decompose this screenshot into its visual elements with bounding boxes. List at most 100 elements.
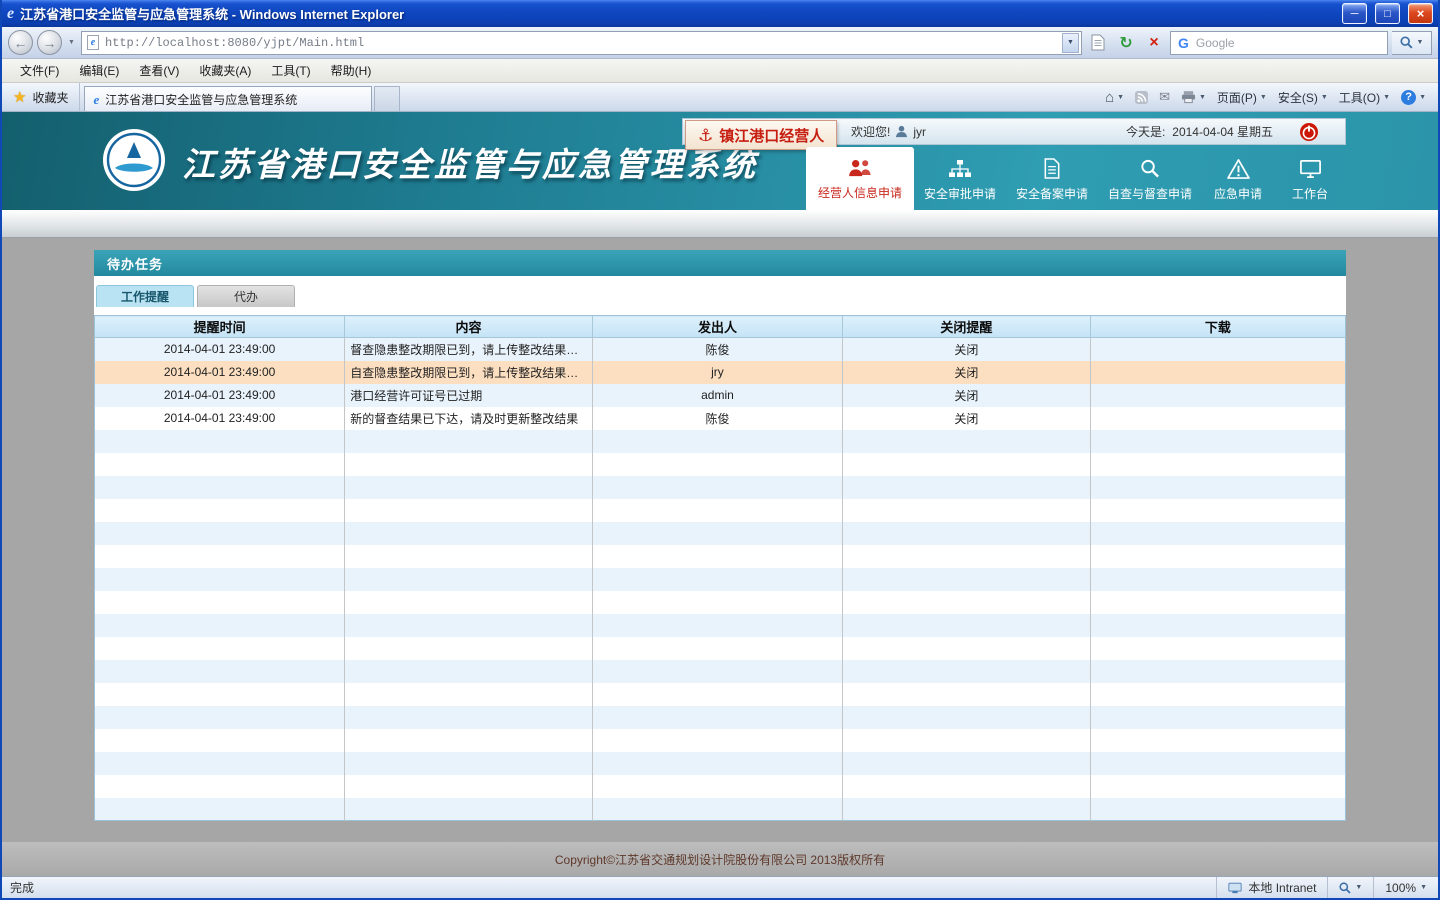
- favorites-bar: ★ 收藏夹 e 江苏省港口安全监管与应急管理系统 ⌂ ▼ ✉ ▼ 页面(: [2, 83, 1438, 112]
- forward-button[interactable]: →: [37, 30, 62, 55]
- favorites-button[interactable]: ★ 收藏夹: [2, 83, 80, 111]
- nav-workbench[interactable]: 工作台: [1274, 149, 1346, 210]
- cell-close: 关闭: [843, 361, 1091, 384]
- search-button[interactable]: ▼: [1392, 31, 1432, 55]
- menu-help[interactable]: 帮助(H): [321, 59, 382, 82]
- page-menu-button[interactable]: 页面(P) ▼: [1217, 89, 1267, 106]
- stop-button[interactable]: ×: [1142, 31, 1166, 55]
- menu-favorites[interactable]: 收藏夹(A): [189, 59, 261, 82]
- welcome-label: 欢迎您!: [851, 123, 890, 140]
- table-row-empty: [95, 430, 1346, 453]
- role-name: 镇江港口经营人: [719, 125, 824, 146]
- panel-tabs: 工作提醒 代办: [94, 276, 1346, 307]
- nav-inspection[interactable]: 自查与督查申请: [1098, 149, 1202, 210]
- copyright-text: Copyright©江苏省交通规划设计院股份有限公司 2013版权所有: [555, 851, 885, 868]
- feeds-button[interactable]: [1135, 91, 1148, 104]
- address-toolbar: ← → ▼ e http://localhost:8080/yjpt/Main.…: [2, 27, 1438, 59]
- site-header: 江苏省港口安全监管与应急管理系统 ⚓ 镇江港口经营人 欢迎您! jyr 今天是:…: [2, 112, 1438, 210]
- page-menu-label: 页面(P): [1217, 89, 1257, 106]
- minimize-button[interactable]: ─: [1342, 3, 1367, 24]
- task-table-body: 2014-04-01 23:49:00 督查隐患整改期限已到，请上传整改结果… …: [95, 338, 1346, 821]
- security-menu-button[interactable]: 安全(S) ▼: [1278, 89, 1328, 106]
- tab-work-reminder[interactable]: 工作提醒: [96, 285, 194, 307]
- zoom-level-button[interactable]: 100% ▼: [1373, 877, 1438, 898]
- cell-sender: 陈俊: [592, 338, 842, 361]
- date-label: 今天是:: [1126, 123, 1165, 140]
- history-dropdown-button[interactable]: ▼: [66, 39, 77, 46]
- url-text[interactable]: http://localhost:8080/yjpt/Main.html: [105, 36, 1056, 50]
- refresh-button[interactable]: ↻: [1114, 31, 1138, 55]
- close-reminder-link[interactable]: 关闭: [954, 343, 978, 357]
- address-bar[interactable]: e http://localhost:8080/yjpt/Main.html ▼: [81, 31, 1082, 55]
- maximize-button[interactable]: □: [1375, 3, 1400, 24]
- menu-view[interactable]: 查看(V): [129, 59, 189, 82]
- page-icon: [1091, 34, 1105, 51]
- col-content: 内容: [345, 316, 593, 338]
- back-button[interactable]: ←: [8, 30, 33, 55]
- nav-emergency[interactable]: 应急申请: [1202, 149, 1274, 210]
- help-dropdown-icon: ▼: [1419, 94, 1426, 101]
- cell-download: [1090, 407, 1345, 430]
- close-reminder-link[interactable]: 关闭: [954, 366, 978, 380]
- cell-sender: 陈俊: [592, 407, 842, 430]
- security-zone[interactable]: 本地 Intranet: [1216, 877, 1327, 898]
- close-reminder-link[interactable]: 关闭: [954, 389, 978, 403]
- username: jyr: [913, 125, 926, 139]
- close-reminder-link[interactable]: 关闭: [954, 412, 978, 426]
- cell-time: 2014-04-01 23:49:00: [95, 384, 345, 407]
- new-tab-button[interactable]: [374, 86, 400, 111]
- header-sub-band: [2, 210, 1438, 238]
- zoom-menu-button[interactable]: ▼: [1327, 877, 1373, 898]
- tools-menu-button[interactable]: 工具(O) ▼: [1339, 89, 1390, 106]
- print-button[interactable]: ▼: [1181, 90, 1206, 104]
- zoom-icon: [1339, 882, 1351, 894]
- col-sender: 发出人: [592, 316, 842, 338]
- nav-safety-approval[interactable]: 安全审批申请: [914, 149, 1006, 210]
- logout-button[interactable]: [1299, 122, 1319, 142]
- tab-pending[interactable]: 代办: [197, 285, 295, 307]
- table-row: 2014-04-01 23:49:00 督查隐患整改期限已到，请上传整改结果… …: [95, 338, 1346, 361]
- table-row-empty: [95, 476, 1346, 499]
- compatibility-view-button[interactable]: [1086, 31, 1110, 55]
- nav-label: 经营人信息申请: [818, 184, 902, 201]
- cell-time: 2014-04-01 23:49:00: [95, 407, 345, 430]
- page-menu-dropdown-icon: ▼: [1260, 94, 1267, 101]
- todo-panel: 待办任务 工作提醒 代办 提醒时间 内容 发出人 关闭提醒 下载: [94, 250, 1346, 821]
- table-row-empty: [95, 499, 1346, 522]
- search-box[interactable]: G Google: [1170, 31, 1388, 55]
- date-value: 2014-04-04 星期五: [1172, 123, 1273, 140]
- search-input[interactable]: Google: [1196, 36, 1380, 50]
- nav-operator-info[interactable]: 经营人信息申请: [806, 147, 914, 210]
- table-row-empty: [95, 522, 1346, 545]
- status-bar: 完成 本地 Intranet ▼ 100% ▼: [2, 876, 1438, 898]
- help-button[interactable]: ? ▼: [1401, 90, 1426, 105]
- menu-tools[interactable]: 工具(T): [261, 59, 320, 82]
- printer-icon: [1181, 90, 1196, 104]
- browser-tab[interactable]: e 江苏省港口安全监管与应急管理系统: [84, 86, 372, 111]
- nav-label: 应急申请: [1214, 185, 1262, 202]
- menu-file[interactable]: 文件(F): [10, 59, 69, 82]
- tools-menu-label: 工具(O): [1339, 89, 1380, 106]
- close-button[interactable]: ×: [1408, 3, 1433, 24]
- search-icon: [1400, 36, 1413, 49]
- table-row-empty: [95, 660, 1346, 683]
- cell-close: 关闭: [843, 407, 1091, 430]
- tab-title: 江苏省港口安全监管与应急管理系统: [105, 91, 297, 108]
- home-icon: ⌂: [1105, 90, 1114, 105]
- read-mail-button[interactable]: ✉: [1159, 89, 1170, 105]
- tab-favicon: e: [93, 93, 99, 106]
- help-icon: ?: [1401, 90, 1416, 105]
- page-footer: Copyright©江苏省交通规划设计院股份有限公司 2013版权所有: [2, 842, 1438, 876]
- home-button[interactable]: ⌂ ▼: [1105, 90, 1124, 105]
- menu-edit[interactable]: 编辑(E): [69, 59, 129, 82]
- command-bar: ⌂ ▼ ✉ ▼ 页面(P) ▼ 安全(S) ▼ 工具(O): [1093, 83, 1438, 111]
- rss-icon: [1135, 91, 1148, 104]
- welcome-group: 欢迎您! jyr: [851, 123, 926, 140]
- people-icon: [847, 156, 873, 178]
- cell-content: 督查隐患整改期限已到，请上传整改结果…: [345, 338, 593, 361]
- ie-logo-icon: e: [7, 6, 14, 22]
- nav-safety-filing[interactable]: 安全备案申请: [1006, 149, 1098, 210]
- table-row-empty: [95, 591, 1346, 614]
- address-dropdown-button[interactable]: ▼: [1062, 33, 1079, 53]
- zoom-level-dropdown-icon: ▼: [1420, 884, 1427, 891]
